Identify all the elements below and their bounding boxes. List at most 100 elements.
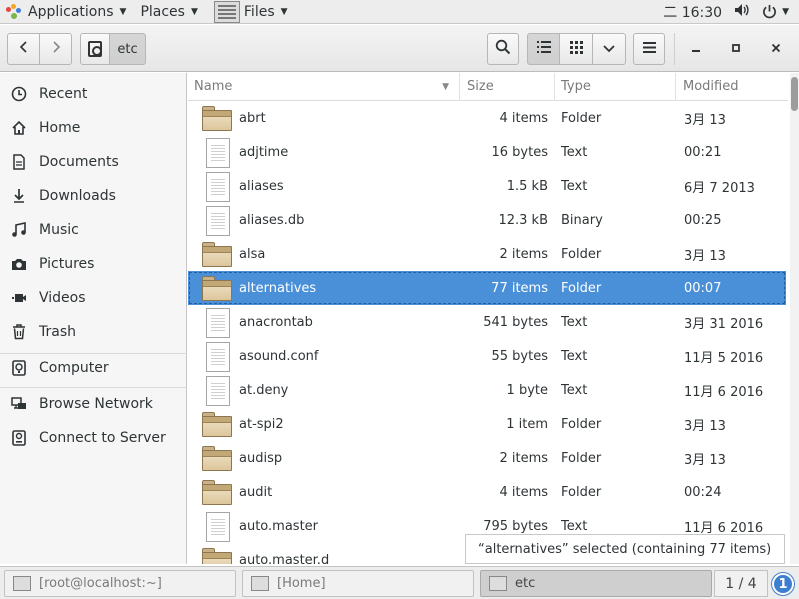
sidebar-item-label: Videos — [39, 290, 86, 306]
minimize-button[interactable] — [686, 39, 706, 59]
sidebar-item-label: Trash — [39, 324, 76, 340]
sidebar-item-pictures[interactable]: Pictures — [0, 249, 187, 279]
computer-icon — [10, 359, 28, 377]
file-type: Folder — [561, 450, 602, 466]
sidebar-item-recent[interactable]: Recent — [0, 79, 187, 109]
file-type: Text — [561, 382, 588, 398]
task-home[interactable]: [Home] — [242, 570, 474, 597]
sidebar-item-label: Documents — [39, 154, 119, 170]
sidebar-item-documents[interactable]: Documents — [0, 147, 187, 177]
path-label: etc — [117, 41, 138, 57]
column-header-size-label: Size — [467, 79, 494, 94]
column-header-type-label: Type — [561, 79, 591, 94]
network-icon — [10, 395, 28, 413]
status-overlay: “alternatives” selected (containing 77 i… — [465, 534, 785, 564]
file-row[interactable]: abrt 4 items Folder 3月 13 — [188, 101, 786, 135]
sidebar-item-label: Downloads — [39, 188, 116, 204]
folder-icon — [202, 546, 234, 564]
file-row[interactable]: aliases.db 12.3 kB Binary 00:25 — [188, 203, 786, 237]
file-size: 1.5 kB — [506, 178, 548, 194]
file-row[interactable]: alsa 2 items Folder 3月 13 — [188, 237, 786, 271]
file-modified: 00:21 — [684, 144, 722, 160]
workspace-pager[interactable]: 1 / 4 — [714, 570, 768, 597]
file-name: asound.conf — [239, 348, 319, 364]
file-modified: 3月 31 2016 — [684, 316, 764, 332]
task-terminal[interactable]: [root@localhost:~] — [4, 570, 236, 597]
power-icon[interactable]: ▼ — [762, 4, 789, 19]
scrollbar-thumb[interactable] — [791, 77, 798, 111]
header-separator — [674, 33, 675, 65]
file-row[interactable]: aliases 1.5 kB Text 6月 7 2013 — [188, 169, 786, 203]
file-list-view[interactable]: Name ▼ Size Type Modified abrt 4 items Fol… — [188, 73, 799, 564]
file-row[interactable]: asound.conf 55 bytes Text 11月 5 2016 — [188, 339, 786, 373]
applications-menu[interactable]: Applications ▼ — [0, 0, 132, 24]
sidebar-item-music[interactable]: Music — [0, 215, 187, 245]
path-etc-button[interactable]: etc — [110, 33, 146, 65]
column-header-modified[interactable]: Modified — [677, 73, 788, 101]
camera-icon — [10, 255, 28, 273]
grid-view-button[interactable] — [560, 33, 593, 65]
text-file-icon — [202, 376, 234, 406]
back-button[interactable] — [7, 33, 40, 65]
clock[interactable]: 二 16:30 — [663, 2, 722, 22]
volume-icon[interactable] — [734, 3, 750, 21]
close-button[interactable] — [766, 39, 786, 59]
path-root-button[interactable] — [80, 33, 110, 65]
workspace-label: 1 / 4 — [725, 575, 757, 592]
column-header-name-label: Name — [194, 79, 233, 94]
file-size: 4 items — [499, 110, 548, 126]
file-row[interactable]: anacrontab 541 bytes Text 3月 31 2016 — [188, 305, 786, 339]
files-menu[interactable]: Files ▼ — [208, 0, 294, 24]
search-button[interactable] — [487, 33, 519, 65]
file-row[interactable]: at-spi2 1 item Folder 3月 13 — [188, 407, 786, 441]
file-modified: 3月 13 — [684, 418, 726, 434]
file-row[interactable]: audit 4 items Folder 00:24 — [188, 475, 786, 509]
notification-badge[interactable]: 1 — [772, 573, 794, 595]
sidebar-item-label: Music — [39, 222, 79, 238]
file-size: 12.3 kB — [498, 212, 548, 228]
close-icon — [771, 41, 781, 57]
file-modified: 6月 7 2013 — [684, 180, 755, 196]
file-name: anacrontab — [239, 314, 313, 330]
file-row[interactable]: adjtime 16 bytes Text 00:21 — [188, 135, 786, 169]
file-row[interactable]: audisp 2 items Folder 3月 13 — [188, 441, 786, 475]
sidebar-separator — [0, 387, 187, 388]
vertical-scrollbar[interactable] — [790, 73, 799, 564]
file-type: Folder — [561, 484, 602, 500]
maximize-button[interactable] — [726, 39, 746, 59]
sidebar-item-trash[interactable]: Trash — [0, 317, 187, 347]
column-header-type[interactable]: Type — [555, 73, 676, 101]
list-view-button[interactable] — [527, 33, 560, 65]
column-header-name[interactable]: Name ▼ — [188, 73, 460, 101]
task-etc[interactable]: etc — [480, 570, 712, 597]
file-name: auto.master — [239, 518, 319, 534]
text-file-icon — [202, 308, 234, 338]
server-icon — [10, 429, 28, 447]
column-header-row: Name ▼ Size Type Modified — [188, 73, 788, 101]
chevron-down-icon: ▼ — [782, 6, 789, 17]
column-header-size[interactable]: Size — [461, 73, 555, 101]
sidebar-item-browse-network[interactable]: Browse Network — [0, 389, 187, 419]
file-type: Binary — [561, 212, 603, 228]
file-modified: 3月 13 — [684, 452, 726, 468]
file-row[interactable]: at.deny 1 byte Text 11月 6 2016 — [188, 373, 786, 407]
sidebar-item-home[interactable]: Home — [0, 113, 187, 143]
folder-icon — [202, 478, 234, 506]
file-name: audisp — [239, 450, 283, 466]
sidebar-item-computer[interactable]: Computer — [0, 353, 187, 383]
file-size: 55 bytes — [491, 348, 549, 364]
sidebar-item-videos[interactable]: Videos — [0, 283, 187, 313]
view-options-button[interactable] — [593, 33, 626, 65]
menu-button[interactable] — [633, 33, 665, 65]
sidebar-item-connect-to-server[interactable]: Connect to Server — [0, 423, 187, 453]
places-menu[interactable]: Places ▼ — [134, 0, 203, 24]
file-name: at.deny — [239, 382, 289, 398]
file-name: at-spi2 — [239, 416, 284, 432]
file-row-selected[interactable]: alternatives 77 items Folder 00:07 — [188, 271, 786, 305]
forward-button[interactable] — [40, 33, 72, 65]
text-file-icon — [202, 138, 234, 168]
sidebar-item-downloads[interactable]: Downloads — [0, 181, 187, 211]
maximize-icon — [731, 41, 741, 57]
folder-icon — [202, 274, 234, 302]
files-app-icon — [489, 576, 507, 591]
